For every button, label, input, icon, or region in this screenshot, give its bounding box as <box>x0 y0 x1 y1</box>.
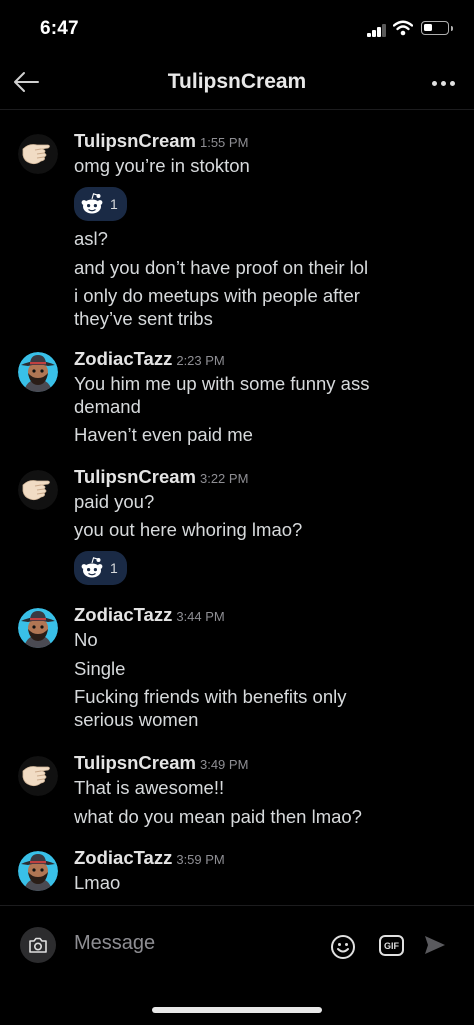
hand-avatar-icon <box>18 470 58 510</box>
wifi-icon <box>393 20 413 36</box>
message-header: ZodiacTazz 3:59 PM <box>74 847 225 869</box>
message-text: serious women <box>74 709 199 730</box>
battery-icon <box>421 21 453 35</box>
reaction-count: 1 <box>110 560 118 576</box>
more-horizontal-icon <box>431 80 437 86</box>
timestamp: 1:55 PM <box>199 135 249 150</box>
message-header: TulipsnCream 3:49 PM <box>74 752 248 774</box>
message-header: ZodiacTazz 2:23 PM <box>74 348 225 370</box>
message-text: No <box>74 629 98 650</box>
smiley-icon[interactable] <box>330 934 356 960</box>
message-text: demand <box>74 396 141 417</box>
status-bar: 6:47 <box>0 0 474 56</box>
message-text: That is awesome!! <box>74 777 225 798</box>
camera-button[interactable] <box>20 927 56 963</box>
username[interactable]: ZodiacTazz <box>74 847 172 868</box>
username[interactable]: TulipsnCream <box>74 752 196 773</box>
reaction-pill[interactable]: 1 <box>74 187 127 221</box>
avatar[interactable] <box>18 851 58 891</box>
avatar[interactable] <box>18 470 58 510</box>
message-text: asl? <box>74 228 108 249</box>
username[interactable]: TulipsnCream <box>74 466 196 487</box>
camera-icon <box>29 937 47 953</box>
timestamp: 3:49 PM <box>199 757 249 772</box>
timestamp: 3:44 PM <box>176 609 225 624</box>
message-text: Single <box>74 658 126 679</box>
hand-avatar-icon <box>18 134 58 174</box>
reaction-count: 1 <box>110 196 118 212</box>
avatar[interactable] <box>18 756 58 796</box>
message-input[interactable]: Message <box>74 932 155 955</box>
more-options-button[interactable] <box>430 70 456 96</box>
username[interactable]: TulipsnCream <box>74 130 196 151</box>
message-header: TulipsnCream 3:22 PM <box>74 466 248 488</box>
status-time: 6:47 <box>40 18 79 39</box>
message-group: ZodiacTazz 2:23 PM You him me up with som… <box>0 348 474 448</box>
message-text: you out here whoring lmao? <box>74 519 303 540</box>
message-group: TulipsnCream 3:22 PM paid you? you out he… <box>0 466 474 596</box>
message-text: Fucking friends with benefits only <box>74 686 347 707</box>
timestamp: 3:59 PM <box>176 852 225 867</box>
send-icon[interactable] <box>424 935 446 955</box>
timestamp: 3:22 PM <box>199 471 249 486</box>
username[interactable]: ZodiacTazz <box>74 348 172 369</box>
message-text: Lmao <box>74 872 121 893</box>
message-header: ZodiacTazz 3:44 PM <box>74 604 225 626</box>
chat-title: TulipsnCream <box>167 70 307 93</box>
message-header: TulipsnCream 1:55 PM <box>74 130 248 152</box>
timestamp: 2:23 PM <box>176 353 225 368</box>
message-text: omg you’re in stokton <box>74 155 250 176</box>
message-list[interactable]: TulipsnCream 1:55 PM omg you’re in stokto… <box>0 110 474 905</box>
username[interactable]: ZodiacTazz <box>74 604 172 625</box>
bearded-hat-avatar-icon <box>18 352 58 392</box>
gif-button[interactable]: GIF <box>379 935 404 956</box>
snoo-face-icon <box>80 556 104 580</box>
chat-header: TulipsnCream <box>0 56 474 110</box>
avatar[interactable] <box>18 608 58 648</box>
home-indicator <box>152 1007 322 1013</box>
message-text: You him me up with some funny ass <box>74 373 370 394</box>
bearded-hat-avatar-icon <box>18 608 58 648</box>
avatar[interactable] <box>18 134 58 174</box>
message-text: i only do meetups with people after <box>74 285 360 306</box>
message-composer: Message GIF <box>0 905 474 985</box>
reaction-pill[interactable]: 1 <box>74 551 127 585</box>
snoo-face-icon <box>80 192 104 216</box>
hand-avatar-icon <box>18 756 58 796</box>
message-text: they’ve sent tribs <box>74 308 213 329</box>
message-text: Haven’t even paid me <box>74 424 253 445</box>
cellular-signal-icon <box>367 24 387 37</box>
bearded-hat-avatar-icon <box>18 851 58 891</box>
message-text: paid you? <box>74 491 155 512</box>
message-group: ZodiacTazz 3:59 PM Lmao <box>0 847 474 902</box>
message-text: what do you mean paid then lmao? <box>74 806 362 827</box>
avatar[interactable] <box>18 352 58 392</box>
message-text: and you don’t have proof on their lol <box>74 257 369 278</box>
message-group: TulipsnCream 3:49 PM That is awesome!! wh… <box>0 752 474 832</box>
message-group: ZodiacTazz 3:44 PM No Single Fucking frie… <box>0 604 474 734</box>
message-group: TulipsnCream 1:55 PM omg you’re in stokto… <box>0 130 474 340</box>
